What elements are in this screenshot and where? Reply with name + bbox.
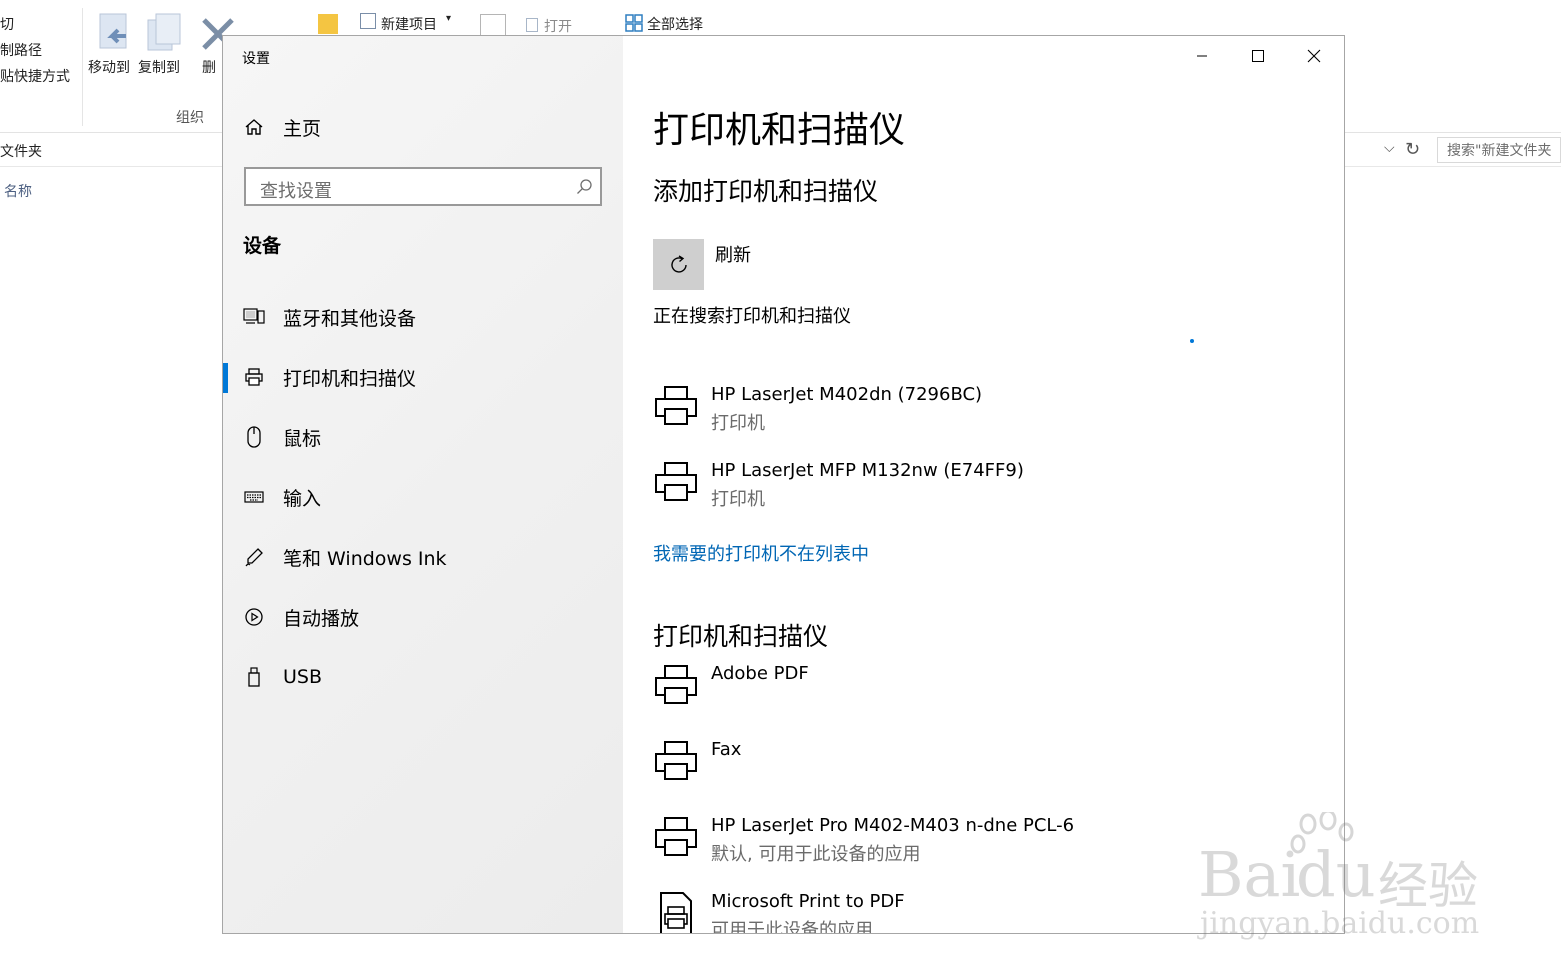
autoplay-icon <box>243 606 265 628</box>
nav-item-label: 输入 <box>283 487 322 510</box>
installed-printer[interactable]: Fax <box>653 739 1293 801</box>
copy-to-icon <box>144 12 186 54</box>
installed-section-heading: 打印机和扫描仪 <box>653 622 829 651</box>
printer-icon <box>653 739 699 785</box>
new-item-dropdown-icon[interactable]: ▾ <box>446 13 451 24</box>
refresh-address-icon[interactable]: ↻ <box>1405 139 1420 160</box>
device-name: Adobe PDF <box>711 663 809 684</box>
nav-item-mouse[interactable]: 鼠标 <box>223 413 623 461</box>
nav-item-typing[interactable]: 输入 <box>223 473 623 521</box>
explorer-search-input[interactable]: 搜索"新建文件夹 <box>1437 137 1561 163</box>
nav-section-heading: 设备 <box>243 235 282 257</box>
home-icon <box>243 116 265 138</box>
watermark-url: jingyan.baidu.com <box>1200 906 1480 941</box>
mouse-icon <box>243 426 265 448</box>
properties-icon[interactable] <box>480 14 506 36</box>
new-item-icon <box>360 13 376 29</box>
close-button[interactable] <box>1286 36 1342 76</box>
watermark-brand: Bai <box>1198 838 1301 911</box>
column-header-name[interactable]: 名称 <box>4 181 32 201</box>
device-type: 打印机 <box>711 489 765 510</box>
copy-to-button[interactable]: 复制到 <box>138 57 180 77</box>
device-name: HP LaserJet Pro M402-M403 n-dne PCL-6 <box>711 815 1075 836</box>
nav-item-label: 自动播放 <box>283 607 360 630</box>
window-title: 设置 <box>242 51 270 67</box>
searching-status-text: 正在搜索打印机和扫描仪 <box>653 306 851 327</box>
nav-item-autoplay[interactable]: 自动播放 <box>223 593 623 641</box>
device-name: HP LaserJet MFP M132nw (E74FF9) <box>711 460 1024 481</box>
refresh-label: 刷新 <box>715 245 751 266</box>
nav-item-pen[interactable]: 笔和 Windows Ink <box>223 533 623 581</box>
watermark-brand2: du <box>1296 838 1376 911</box>
group-organize-label: 组织 <box>176 110 204 126</box>
move-to-button[interactable]: 移动到 <box>88 57 130 77</box>
maximize-icon <box>1252 50 1264 62</box>
delete-button[interactable]: 删 <box>202 57 216 77</box>
page-title: 打印机和扫描仪 <box>653 110 906 151</box>
nav-home[interactable]: 主页 <box>223 103 623 151</box>
nav-item-label: 鼠标 <box>283 427 322 450</box>
settings-search-input[interactable]: 查找设置 <box>244 167 602 206</box>
usb-icon <box>243 666 265 688</box>
settings-window: 设置 主页 查找设置 设备 蓝牙和其他设备 打印机和扫描仪 鼠标 输入 笔和 W… <box>222 35 1345 934</box>
refresh-icon <box>670 254 687 273</box>
select-all-button[interactable]: 全部选择 <box>647 14 703 34</box>
address-path[interactable]: 文件夹 <box>0 141 42 161</box>
installed-printer[interactable]: Microsoft Print to PDF 可用于此设备的应用 <box>653 891 1293 934</box>
device-status: 可用于此设备的应用 <box>711 920 873 934</box>
settings-nav-pane: 设置 主页 查找设置 设备 蓝牙和其他设备 打印机和扫描仪 鼠标 输入 笔和 W… <box>223 36 623 933</box>
nav-item-label: 笔和 Windows Ink <box>283 547 447 570</box>
select-all-icon <box>625 14 643 32</box>
printer-icon <box>243 366 265 388</box>
progress-dot <box>1190 339 1194 343</box>
close-icon <box>1307 49 1321 63</box>
copy-path-button[interactable]: 制路径 <box>0 40 42 60</box>
nav-item-usb[interactable]: USB <box>223 653 623 701</box>
bluetooth-devices-icon <box>243 306 265 328</box>
minimize-icon <box>1197 55 1207 57</box>
nav-item-label: USB <box>283 666 323 688</box>
printer-icon <box>653 460 699 506</box>
printer-icon <box>653 384 699 430</box>
cut-button[interactable]: 切 <box>0 14 14 34</box>
address-dropdown-icon[interactable]: ⌵ <box>1384 140 1395 156</box>
new-item-button[interactable]: 新建项目 <box>381 14 437 34</box>
discovered-printer[interactable]: HP LaserJet M402dn (7296BC) 打印机 <box>653 384 1293 446</box>
installed-printer[interactable]: HP LaserJet Pro M402-M403 n-dne PCL-6 默认… <box>653 815 1293 877</box>
keyboard-icon <box>243 486 265 508</box>
open-button[interactable]: 打开 <box>544 16 572 36</box>
add-section-heading: 添加打印机和扫描仪 <box>653 177 879 206</box>
device-name: Fax <box>711 739 742 760</box>
device-name: Microsoft Print to PDF <box>711 891 905 912</box>
device-type: 打印机 <box>711 413 765 434</box>
pdf-printer-icon <box>653 891 699 933</box>
printer-icon <box>653 815 699 861</box>
nav-item-label: 蓝牙和其他设备 <box>283 307 417 330</box>
nav-home-label: 主页 <box>283 117 322 140</box>
settings-search-placeholder: 查找设置 <box>260 181 332 202</box>
move-to-icon <box>94 12 136 54</box>
pen-icon <box>243 546 265 568</box>
refresh-button[interactable] <box>653 239 704 290</box>
printer-not-listed-link[interactable]: 我需要的打印机不在列表中 <box>653 540 869 566</box>
nav-item-printers[interactable]: 打印机和扫描仪 <box>223 353 623 401</box>
maximize-button[interactable] <box>1230 36 1286 76</box>
discovered-printer[interactable]: HP LaserJet MFP M132nw (E74FF9) 打印机 <box>653 460 1293 522</box>
device-name: HP LaserJet M402dn (7296BC) <box>711 384 983 405</box>
device-status: 默认, 可用于此设备的应用 <box>711 844 921 865</box>
minimize-button[interactable] <box>1174 36 1230 76</box>
paste-shortcut-button[interactable]: 贴快捷方式 <box>0 66 70 86</box>
installed-printer[interactable]: Adobe PDF <box>653 663 1293 725</box>
printer-icon <box>653 663 699 709</box>
search-icon[interactable] <box>576 178 594 200</box>
open-icon <box>526 18 538 32</box>
new-folder-icon <box>318 14 338 34</box>
nav-item-label: 打印机和扫描仪 <box>283 367 417 390</box>
nav-item-bluetooth[interactable]: 蓝牙和其他设备 <box>223 293 623 341</box>
